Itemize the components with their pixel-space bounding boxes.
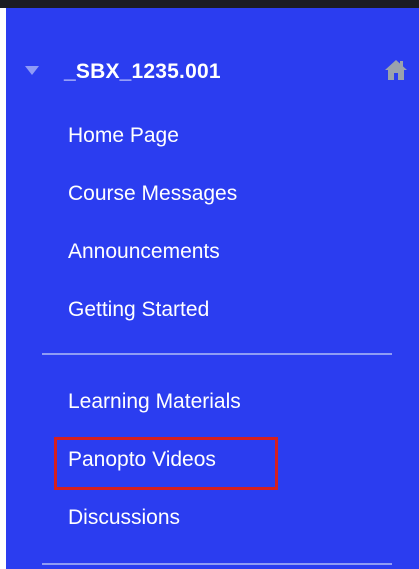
screenshot-frame: _SBX_1235.001 Home Page Course Messages … [0, 0, 419, 569]
menu-item-home-page[interactable]: Home Page [68, 123, 179, 149]
menu-divider [42, 563, 392, 565]
course-header[interactable]: _SBX_1235.001 [6, 52, 419, 92]
menu-item-announcements[interactable]: Announcements [68, 239, 220, 265]
menu-item-course-messages[interactable]: Course Messages [68, 181, 237, 207]
menu-item-learning-materials[interactable]: Learning Materials [68, 389, 241, 415]
caret-down-icon[interactable] [25, 66, 39, 75]
course-title[interactable]: _SBX_1235.001 [64, 60, 221, 84]
menu-item-getting-started[interactable]: Getting Started [68, 297, 209, 323]
home-icon[interactable] [384, 59, 408, 81]
course-menu-panel: _SBX_1235.001 Home Page Course Messages … [6, 8, 419, 569]
top-bar [0, 0, 419, 8]
menu-item-discussions[interactable]: Discussions [68, 505, 180, 531]
highlight-box [54, 437, 278, 490]
menu-divider [42, 353, 392, 355]
